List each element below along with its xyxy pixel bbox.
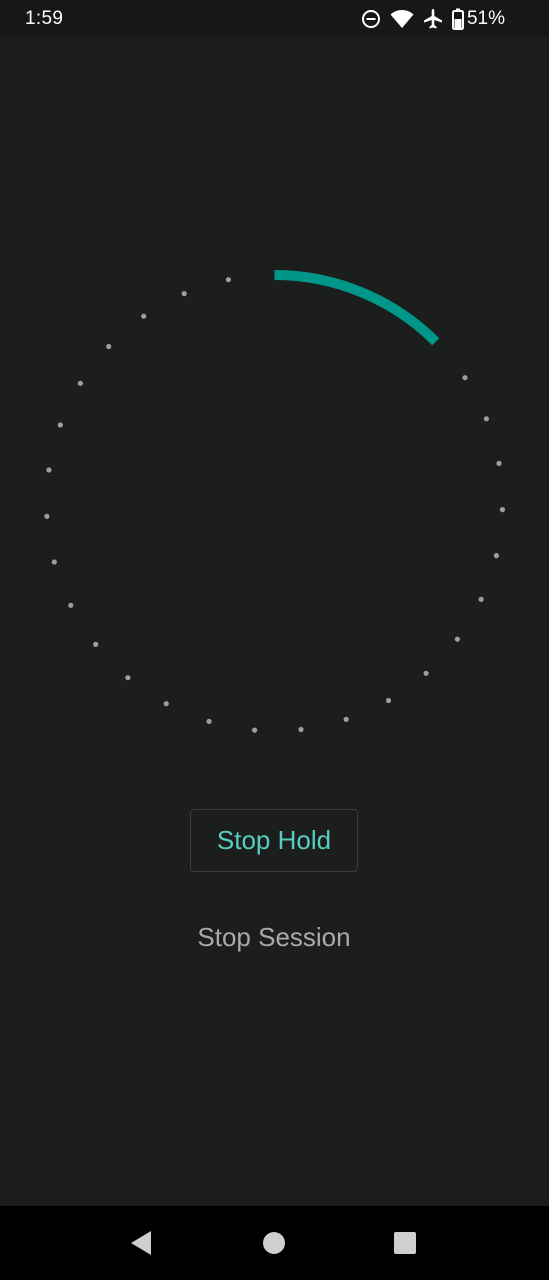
timer-tick-dot: [496, 460, 502, 466]
timer-tick-dot: [423, 670, 429, 676]
home-icon: [263, 1232, 285, 1254]
progress-arc: [274, 270, 440, 346]
timer-tick-dot: [51, 559, 57, 565]
timer-tick-dot: [385, 697, 392, 704]
hold-timer-ring: [44, 270, 505, 733]
timer-tick-dot: [106, 343, 112, 350]
timer-tick-dot: [493, 553, 499, 559]
timer-tick-dot: [163, 701, 169, 707]
timer-tick-dot: [343, 716, 349, 723]
stop-session-label: Stop Session: [197, 921, 351, 952]
timer-tick-dot: [44, 513, 50, 519]
navigation-bar: [0, 1206, 549, 1280]
timer-tick-dot: [68, 602, 74, 608]
timer-tick-dot: [483, 416, 489, 422]
timer-tick-dot: [252, 727, 258, 733]
timer-tick-dot: [181, 291, 187, 297]
nav-home-button[interactable]: [234, 1206, 314, 1280]
timer-tick-dot: [225, 277, 231, 283]
timer-tick-dot: [141, 313, 147, 319]
stop-hold-button[interactable]: Stop Hold: [190, 809, 358, 872]
timer-tick-dot: [478, 596, 484, 603]
timer-tick-dot: [125, 675, 131, 681]
recents-icon: [394, 1232, 416, 1254]
nav-recents-button[interactable]: [365, 1206, 445, 1280]
timer-tick-dot: [454, 636, 460, 642]
stop-session-button[interactable]: Stop Session: [150, 915, 398, 959]
timer-tick-dot: [462, 375, 468, 381]
back-icon: [131, 1231, 151, 1255]
timer-tick-dot: [57, 422, 63, 428]
timer-tick-dot: [298, 726, 304, 733]
timer-tick-dot: [77, 380, 83, 386]
timer-tick-dot: [499, 507, 505, 513]
timer-tick-dot: [93, 641, 99, 648]
stop-hold-label: Stop Hold: [216, 825, 332, 855]
timer-tick-dot: [46, 467, 52, 473]
timer-tick-dot: [206, 718, 212, 725]
nav-back-button[interactable]: [102, 1206, 182, 1280]
